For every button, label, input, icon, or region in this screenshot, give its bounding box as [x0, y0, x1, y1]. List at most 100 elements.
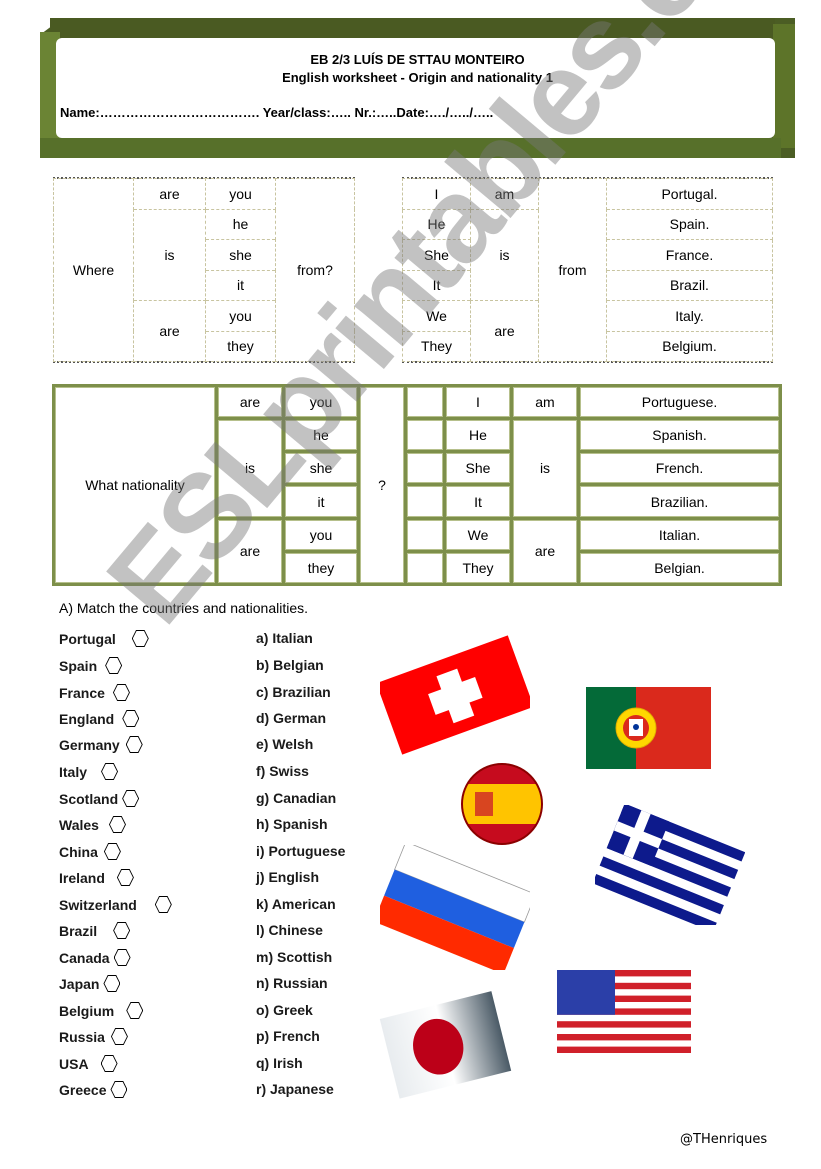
pronoun-cell: he: [285, 420, 357, 451]
country-label: England: [59, 710, 115, 727]
pronoun-cell: She: [402, 239, 471, 271]
verb-cell: am: [513, 387, 577, 418]
question-mark-cell: ?: [360, 387, 404, 583]
answer-hexagon-icon[interactable]: [126, 1002, 144, 1019]
answer-hexagon-icon[interactable]: [113, 922, 131, 939]
country-label: Wales: [59, 816, 99, 833]
country-label: France: [59, 684, 105, 701]
country-item: Portugal: [59, 630, 149, 647]
country-cell: Spain.: [606, 208, 773, 240]
country-label: Switzerland: [59, 896, 137, 913]
country-item: Germany: [59, 736, 143, 753]
country-item: Spain: [59, 657, 123, 674]
answer-hexagon-icon[interactable]: [105, 657, 123, 674]
nationality-cell: French.: [580, 453, 779, 484]
nationality-item: e) Welsh: [256, 736, 314, 752]
verb-cell: are: [513, 519, 577, 583]
answer-hexagon-icon[interactable]: [116, 869, 134, 886]
pronoun-cell: It: [402, 269, 471, 301]
answer-hexagon-icon[interactable]: [131, 630, 149, 647]
pronoun-cell: He: [402, 208, 471, 240]
pronoun-cell: They: [402, 330, 471, 362]
blank-cell: [407, 387, 443, 418]
nationality-item: r) Japanese: [256, 1081, 334, 1097]
pronoun-cell: he: [205, 208, 276, 240]
country-item: USA: [59, 1055, 118, 1072]
school-title: EB 2/3 LUÍS DE STTAU MONTEIRO: [310, 52, 525, 67]
verb-cell: are: [133, 300, 206, 362]
country-item: Ireland: [59, 869, 134, 886]
nationality-item: p) French: [256, 1028, 320, 1044]
worksheet-subtitle: English worksheet - Origin and nationali…: [282, 70, 553, 85]
banner-bottom-edge: [40, 138, 781, 158]
country-label: Japan: [59, 975, 100, 992]
nationality-item: o) Greek: [256, 1002, 313, 1018]
country-item: Wales: [59, 816, 126, 833]
answer-hexagon-icon[interactable]: [110, 1081, 128, 1098]
blank-cell: [407, 519, 443, 550]
nationality-item: h) Spanish: [256, 816, 328, 832]
country-cell: Italy.: [606, 300, 773, 332]
country-label: Italy: [59, 763, 88, 780]
answer-hexagon-icon[interactable]: [113, 949, 131, 966]
exercise-instruction: A) Match the countries and nationalities…: [59, 600, 309, 616]
banner-right-edge: [773, 24, 795, 148]
japan-flag: [379, 991, 512, 1099]
answer-hexagon-icon[interactable]: [125, 736, 143, 753]
nationality-cell: Belgian.: [580, 552, 779, 583]
nationality-cell: Portuguese.: [580, 387, 779, 418]
country-label: China: [59, 843, 98, 860]
verb-cell: is: [470, 208, 539, 301]
origin-question-table: Where are you from? is he she it are you…: [53, 178, 355, 362]
pronoun-cell: it: [205, 269, 276, 301]
nationality-item: d) German: [256, 710, 327, 726]
answer-hexagon-icon[interactable]: [122, 790, 140, 807]
nationality-item: k) American: [256, 896, 336, 912]
answer-hexagon-icon[interactable]: [110, 1028, 128, 1045]
from-question-cell: from?: [275, 178, 355, 362]
pronoun-cell: I: [402, 178, 471, 210]
country-label: Greece: [59, 1081, 107, 1098]
nationality-item: j) English: [256, 869, 319, 885]
blank-cell: [407, 453, 443, 484]
country-item: Italy: [59, 763, 119, 780]
answer-hexagon-icon[interactable]: [101, 763, 119, 780]
country-label: USA: [59, 1055, 89, 1072]
spain-flag: [461, 763, 543, 845]
blank-cell: [407, 552, 443, 583]
nationality-item: l) Chinese: [256, 922, 323, 938]
verb-cell: are: [133, 178, 206, 210]
pronoun-cell: We: [446, 519, 510, 550]
answer-hexagon-icon[interactable]: [112, 684, 130, 701]
answer-hexagon-icon[interactable]: [154, 896, 172, 913]
pronoun-cell: they: [285, 552, 357, 583]
country-item: Japan: [59, 975, 121, 992]
pronoun-cell: We: [402, 300, 471, 332]
answer-hexagon-icon[interactable]: [122, 710, 140, 727]
verb-cell: are: [470, 300, 539, 362]
country-label: Ireland: [59, 869, 105, 886]
answer-hexagon-icon[interactable]: [103, 843, 121, 860]
answer-hexagon-icon[interactable]: [108, 816, 126, 833]
usa-flag: [557, 970, 691, 1053]
country-label: Brazil: [59, 922, 98, 939]
portugal-flag: [586, 687, 711, 769]
nationality-item: g) Canadian: [256, 790, 337, 806]
country-label: Portugal: [59, 630, 116, 647]
country-cell: Brazil.: [606, 269, 773, 301]
nationality-item: q) Irish: [256, 1055, 303, 1071]
pronoun-cell: They: [446, 552, 510, 583]
nationality-cell: Spanish.: [580, 420, 779, 451]
answer-hexagon-icon[interactable]: [103, 975, 121, 992]
country-label: Spain: [59, 657, 98, 674]
author-credit: @THenriques: [680, 1132, 768, 1147]
verb-cell: are: [218, 519, 282, 583]
pronoun-cell: she: [205, 239, 276, 271]
nationality-item: a) Italian: [256, 630, 313, 646]
pronoun-cell: you: [205, 300, 276, 332]
nationality-item: f) Swiss: [256, 763, 309, 779]
nationality-item: i) Portuguese: [256, 843, 346, 859]
answer-hexagon-icon[interactable]: [100, 1055, 118, 1072]
pronoun-cell: you: [285, 519, 357, 550]
verb-cell: is: [218, 420, 282, 517]
